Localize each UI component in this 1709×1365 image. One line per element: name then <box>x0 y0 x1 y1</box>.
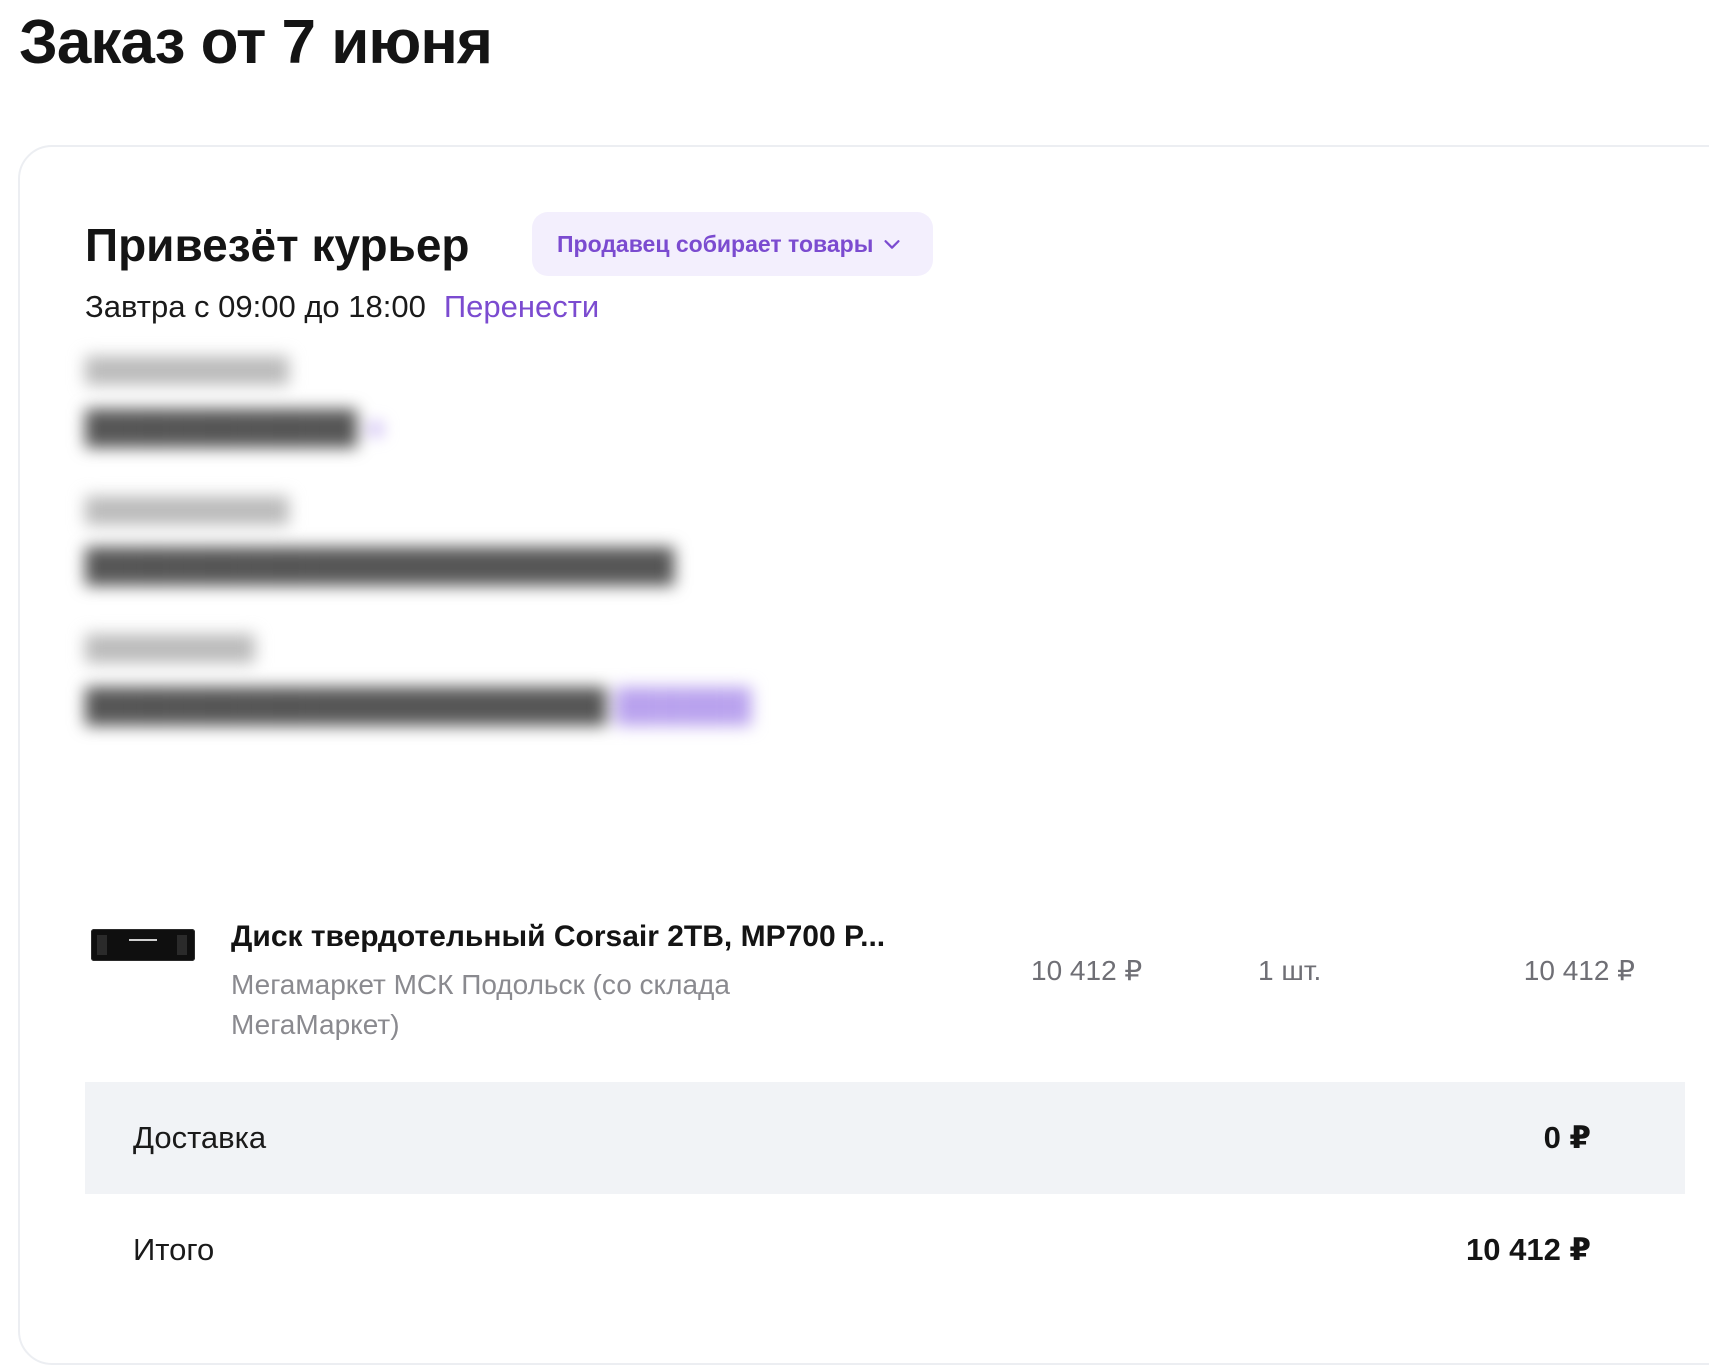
delivery-time-row: Завтра с 09:00 до 18:00 Перенести <box>85 287 599 327</box>
redacted-value: ████████████ ● <box>85 409 386 445</box>
quantity: 1 шт. <box>1258 955 1322 986</box>
chevron-down-icon <box>884 240 900 249</box>
order-status-dropdown[interactable]: Продавец собирает товары <box>532 212 934 276</box>
order-total-row: Итого 10 412 ₽ <box>85 1194 1685 1306</box>
redacted-label: ██████████ <box>85 635 256 662</box>
product-seller: Мегамаркет МСК Подольск (со склада МегаМ… <box>231 969 730 1040</box>
page-title: Заказ от 7 июня <box>19 8 493 77</box>
order-card: Привезёт курьер Продавец собирает товары… <box>18 145 1709 1365</box>
delivery-cost-label: Доставка <box>133 1120 267 1155</box>
redacted-label: ████████████ <box>85 497 290 524</box>
unit-price: 10 412 ₽ <box>1031 955 1143 986</box>
product-image[interactable] <box>91 929 195 961</box>
product-row: Диск твердотельный Corsair 2TB, MP700 P.… <box>85 867 1665 1040</box>
line-total: 10 412 ₽ <box>1523 955 1635 986</box>
order-total-label: Итого <box>133 1232 215 1267</box>
product-title[interactable]: Диск твердотельный Corsair 2TB, MP700 P.… <box>231 917 971 957</box>
redacted-value: ██████████████████████████ <box>85 547 675 583</box>
order-total-value: 10 412 ₽ <box>1466 1232 1591 1267</box>
delivery-time: Завтра с 09:00 до 18:00 <box>85 289 426 324</box>
reschedule-link[interactable]: Перенести <box>444 287 599 327</box>
order-status-label: Продавец собирает товары <box>557 230 874 257</box>
redacted-label: ████████████ <box>85 357 290 384</box>
delivery-cost-row: Доставка 0 ₽ <box>85 1082 1685 1194</box>
delivery-method-title: Привезёт курьер <box>85 219 470 271</box>
delivery-cost-value: 0 ₽ <box>1543 1120 1591 1155</box>
redacted-value: ███████████████████████ ██████ <box>85 687 752 723</box>
